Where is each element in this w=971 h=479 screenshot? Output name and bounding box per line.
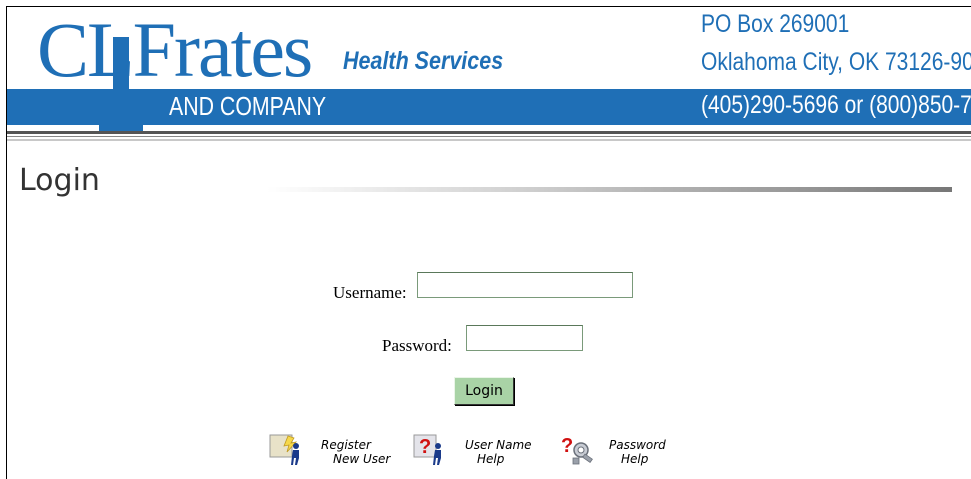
- header-divider: [7, 131, 971, 134]
- password-label: Password:: [382, 336, 452, 355]
- title-underline: [267, 187, 952, 192]
- register-line-1: Register: [321, 438, 371, 452]
- password-help-icon: ?: [557, 432, 595, 466]
- username-help-text: User Name Help: [465, 438, 532, 466]
- logo-subtitle: Health Services: [343, 47, 504, 75]
- password-help-line-2: Help: [621, 452, 649, 466]
- address-line-1: PO Box 269001: [701, 10, 850, 38]
- svg-text:?: ?: [419, 436, 431, 458]
- site-header: CLFrates Health Services AND COMPANY PO …: [7, 7, 971, 131]
- page-title: Login: [19, 163, 100, 198]
- register-link-text: Register New User: [321, 438, 390, 466]
- company-logo-text: CLFrates: [37, 6, 313, 93]
- username-help-line-2: Help: [477, 452, 505, 466]
- address-line-2: Oklahoma City, OK 73126-9001: [701, 48, 971, 76]
- register-new-user-link[interactable]: Register New User: [269, 432, 399, 472]
- username-help-line-1: User Name: [465, 438, 532, 452]
- password-help-text: Password Help: [609, 438, 666, 466]
- username-label: Username:: [333, 283, 407, 302]
- phone-numbers: (405)290-5696 or (800)850-7160: [701, 91, 971, 119]
- login-button[interactable]: Login: [454, 377, 514, 405]
- logo-company-text: AND COMPANY: [169, 91, 327, 121]
- register-user-icon: [269, 432, 307, 466]
- username-help-link[interactable]: ? User Name Help: [413, 432, 543, 472]
- svg-text:?: ?: [561, 435, 573, 457]
- header-divider-light: [7, 139, 971, 141]
- password-input[interactable]: [466, 325, 583, 351]
- username-input[interactable]: [417, 272, 633, 298]
- header-divider-thin: [7, 136, 971, 137]
- register-line-2: New User: [333, 452, 391, 466]
- password-help-link[interactable]: ? Password Help: [557, 432, 687, 472]
- username-help-icon: ?: [413, 432, 451, 466]
- password-help-line-1: Password: [609, 438, 666, 452]
- page-frame: CLFrates Health Services AND COMPANY PO …: [6, 6, 971, 479]
- logo-f-base: [99, 123, 143, 131]
